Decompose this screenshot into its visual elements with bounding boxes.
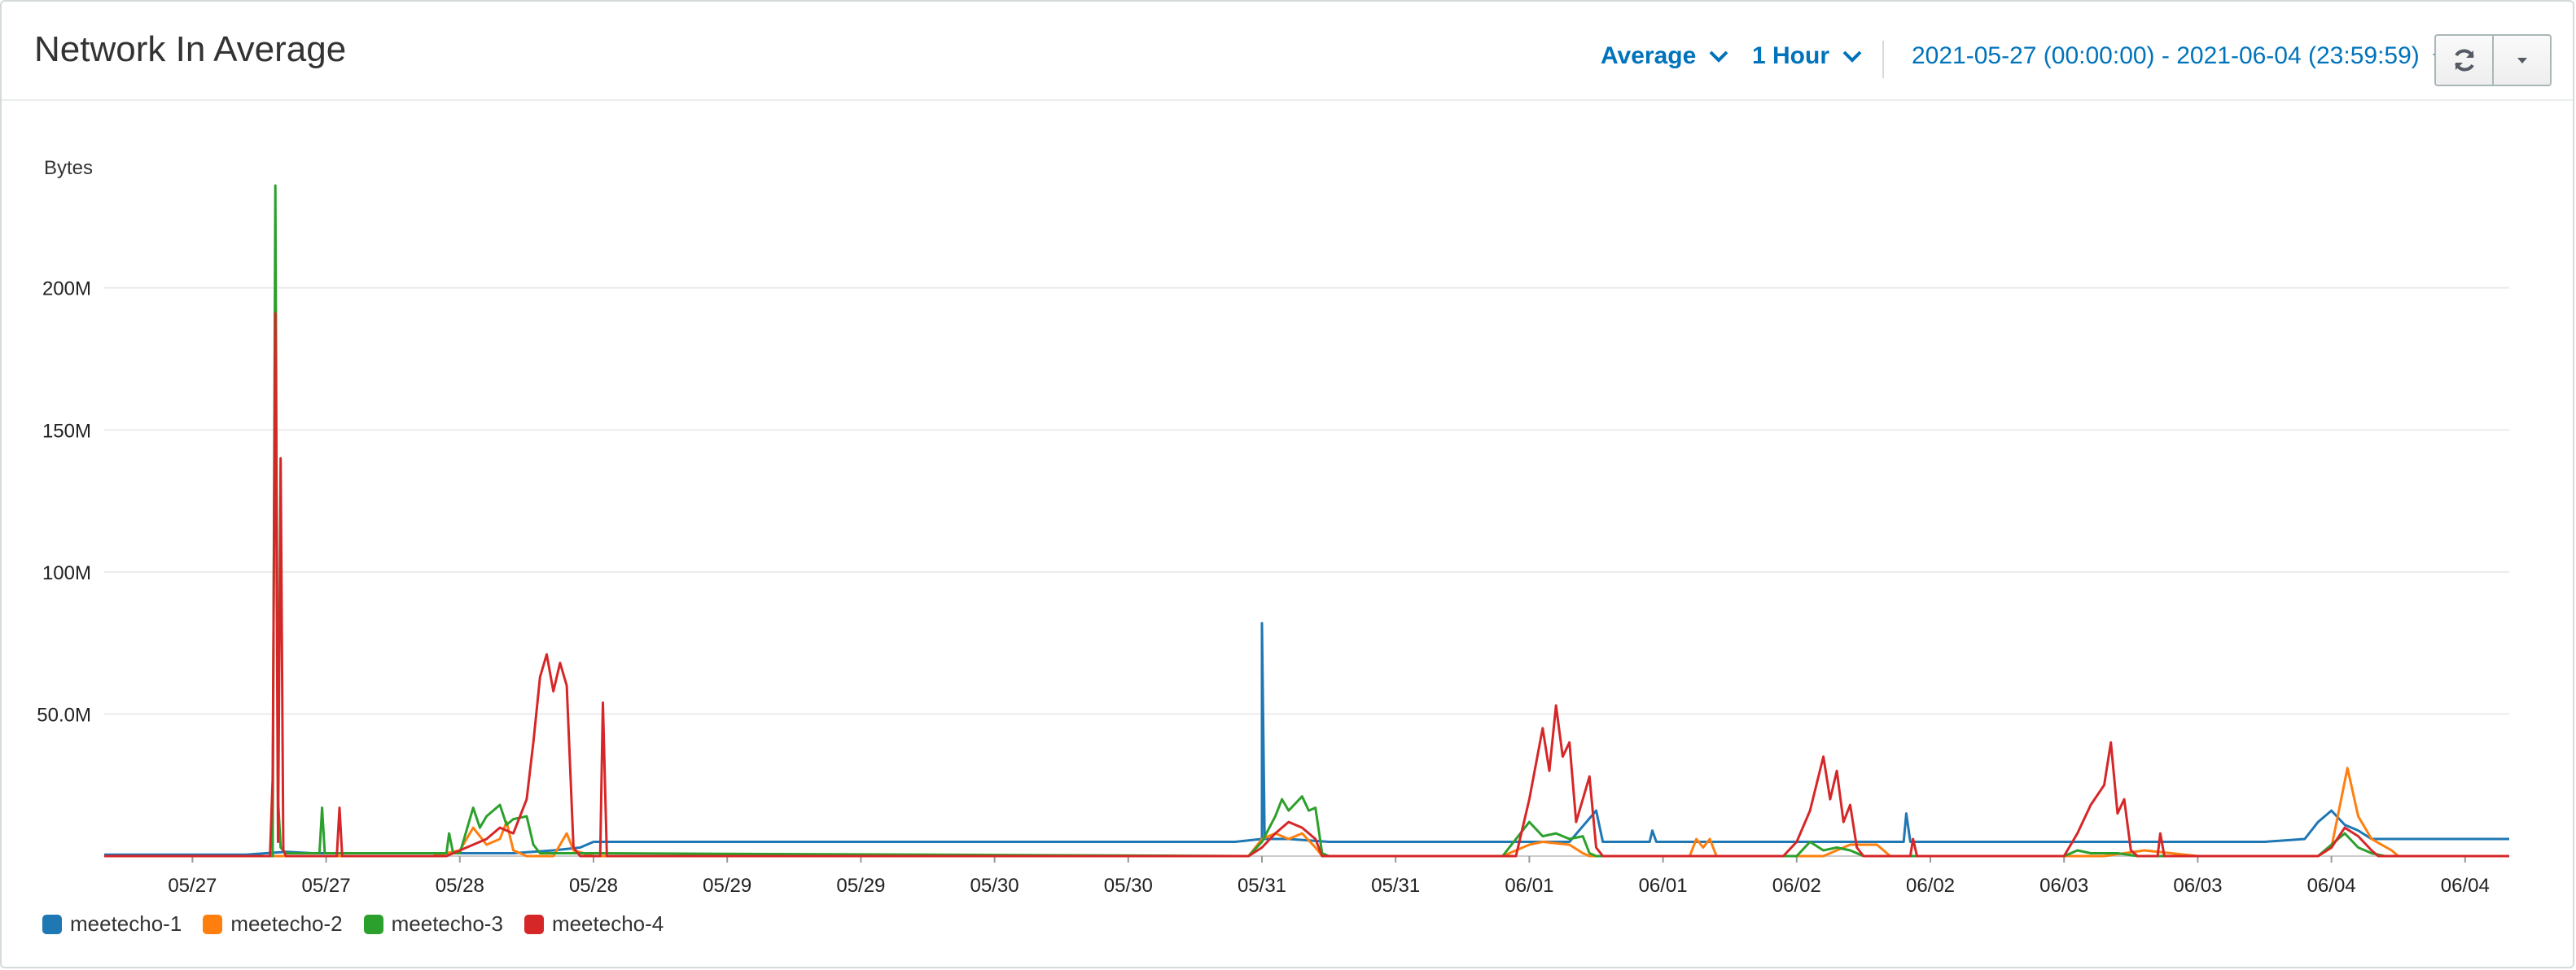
x-tick-label: 05/27 [168, 875, 217, 897]
x-tick-label: 06/02 [1906, 875, 1955, 897]
y-tick-label: 50.0M [37, 704, 91, 726]
x-tick-label: 06/02 [1772, 875, 1821, 897]
refresh-button-group [2434, 34, 2552, 86]
legend-item-meetecho-1[interactable]: meetecho-1 [42, 911, 182, 937]
y-tick-label: 200M [42, 278, 91, 300]
time-range-dropdown[interactable]: 2021-05-27 (00:00:00) - 2021-06-04 (23:5… [1912, 42, 2444, 70]
legend-label: meetecho-3 [391, 911, 503, 936]
x-tick-label: 05/31 [1238, 875, 1286, 897]
period-label: 1 Hour [1752, 42, 1830, 69]
x-tick-label: 06/01 [1505, 875, 1553, 897]
period-dropdown[interactable]: 1 Hour [1752, 42, 1864, 70]
legend-item-meetecho-4[interactable]: meetecho-4 [524, 911, 664, 937]
legend-swatch [363, 914, 383, 934]
y-axis-label: Bytes [44, 157, 93, 179]
y-tick-label: 100M [42, 562, 91, 584]
statistic-label: Average [1601, 42, 1697, 69]
legend-label: meetecho-1 [70, 911, 182, 936]
caret-down-icon [2517, 58, 2527, 63]
legend-item-meetecho-3[interactable]: meetecho-3 [363, 911, 503, 937]
series-line-meetecho-1 [104, 622, 2509, 856]
x-tick-label: 06/03 [2039, 875, 2088, 897]
refresh-button[interactable] [2436, 36, 2492, 85]
line-chart: Bytes 200M 150M 100M 50.0M 05/27 05/27 05/28 05/… [37, 157, 2509, 897]
x-tick-label: 06/03 [2173, 875, 2222, 897]
chevron-down-icon [1709, 50, 1728, 63]
x-tick-label: 05/27 [302, 875, 351, 897]
statistic-dropdown[interactable]: Average [1601, 42, 1730, 70]
legend-item-meetecho-2[interactable]: meetecho-2 [203, 911, 343, 937]
y-tick-label: 150M [42, 420, 91, 442]
time-range-label: 2021-05-27 (00:00:00) - 2021-06-04 (23:5… [1912, 42, 2420, 69]
widget-title: Network In Average [34, 29, 347, 69]
x-tick-label: 05/30 [1104, 875, 1153, 897]
legend-label: meetecho-2 [230, 911, 343, 936]
legend-swatch [42, 914, 62, 934]
x-tick-label: 05/28 [436, 875, 484, 897]
x-tick-label: 05/28 [569, 875, 618, 897]
x-tick-label: 06/01 [1639, 875, 1688, 897]
x-tick-label: 06/04 [2307, 875, 2356, 897]
x-tick-label: 05/31 [1371, 875, 1420, 897]
x-tick-label: 05/29 [703, 875, 751, 897]
widget-header: Network In Average Average 1 Hour 2021-0… [2, 2, 2573, 101]
refresh-icon [2454, 49, 2474, 72]
x-tick-label: 05/29 [836, 875, 885, 897]
legend-swatch [203, 914, 223, 934]
actions-dropdown-button[interactable] [2492, 36, 2550, 85]
x-tick-label: 05/30 [970, 875, 1019, 897]
chart-legend: meetecho-1 meetecho-2 meetecho-3 meetecho-4 [42, 911, 664, 937]
series-line-meetecho-3 [104, 184, 2509, 858]
chevron-down-icon [1842, 50, 1862, 63]
legend-label: meetecho-4 [551, 911, 664, 936]
x-tick-label: 06/04 [2441, 875, 2490, 897]
widget-panel: Network In Average Average 1 Hour 2021-0… [0, 0, 2574, 968]
legend-swatch [524, 914, 544, 934]
header-divider [1882, 41, 1884, 78]
series-line-meetecho-4 [104, 312, 2509, 858]
